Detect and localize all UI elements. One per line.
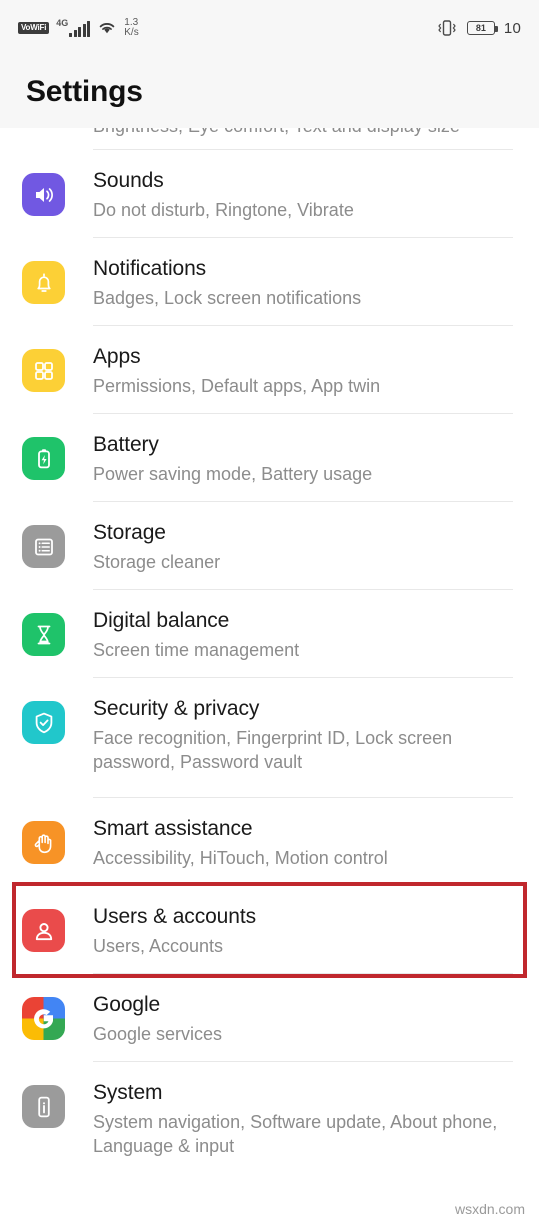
settings-row-title: Sounds — [93, 169, 164, 192]
settings-row-subtitle: Face recognition, Fingerprint ID, Lock s… — [93, 727, 453, 773]
settings-row-title: Security & privacy — [93, 697, 260, 720]
battery-icon: 81 — [466, 21, 498, 35]
settings-row[interactable]: Notifications Badges, Lock screen notific… — [0, 238, 539, 326]
settings-screen: VoWiFi 4G 1.3 K/s 81 10 Settings Sounds … — [0, 0, 539, 1227]
wifi-icon — [97, 20, 117, 36]
settings-row-title: Google — [93, 993, 161, 1016]
settings-row-texts: Apps Permissions, Default apps, App twin — [93, 342, 380, 398]
settings-row-subtitle: Screen time management — [93, 639, 300, 660]
settings-row-title: Digital balance — [93, 609, 230, 632]
settings-row-texts: Users & accounts Users, Accounts — [93, 902, 256, 958]
settings-row[interactable]: System System navigation, Software update… — [0, 1062, 539, 1182]
settings-row-title: Users & accounts — [93, 905, 256, 928]
settings-row-subtitle: Storage cleaner — [93, 551, 221, 572]
settings-row-subtitle: Do not disturb, Ringtone, Vibrate — [93, 199, 354, 220]
settings-row-title: System — [93, 1081, 163, 1104]
page-header: Settings — [0, 56, 539, 128]
data-speed-value: 1.3 — [124, 16, 139, 28]
vibrate-icon — [436, 19, 458, 37]
settings-row-texts: System System navigation, Software update… — [93, 1078, 513, 1159]
shield-check-icon — [22, 701, 65, 744]
list-item-subtitle: Brightness, Eye comfort, Text and displa… — [93, 128, 539, 137]
hand-icon — [22, 821, 65, 864]
watermark: wsxdn.com — [454, 1201, 525, 1217]
settings-row[interactable]: Smart assistance Accessibility, HiTouch, … — [0, 798, 539, 886]
settings-row-texts: Google Google services — [93, 990, 222, 1046]
settings-row[interactable]: Security & privacy Face recognition, Fing… — [0, 678, 539, 798]
settings-row-title: Battery — [93, 433, 159, 456]
battery-level-label: 81 — [475, 22, 486, 33]
settings-row-subtitle: Accessibility, HiTouch, Motion control — [93, 847, 388, 868]
settings-row-texts: Notifications Badges, Lock screen notific… — [93, 254, 361, 310]
settings-row-texts: Sounds Do not disturb, Ringtone, Vibrate — [93, 166, 354, 222]
settings-row-title: Notifications — [93, 257, 207, 280]
data-speed-indicator: 1.3 K/s — [124, 16, 139, 39]
vowifi-icon: VoWiFi — [18, 22, 50, 34]
settings-row-title: Apps — [93, 345, 141, 368]
settings-row-texts: Storage Storage cleaner — [93, 518, 220, 574]
settings-row[interactable]: Battery Power saving mode, Battery usage — [0, 414, 539, 502]
list-item-display-clipped[interactable]: Brightness, Eye comfort, Text and displa… — [0, 128, 539, 150]
settings-row[interactable]: Apps Permissions, Default apps, App twin — [0, 326, 539, 414]
person-icon — [22, 909, 65, 952]
settings-row-subtitle: Badges, Lock screen notifications — [93, 287, 362, 308]
data-speed-unit: K/s — [124, 27, 139, 38]
status-bar: VoWiFi 4G 1.3 K/s 81 10 — [0, 0, 539, 56]
settings-row-subtitle: Google services — [93, 1023, 223, 1044]
settings-row[interactable]: Digital balance Screen time management — [0, 590, 539, 678]
phone-info-icon — [22, 1085, 65, 1128]
hourglass-icon — [22, 613, 65, 656]
settings-row-title: Smart assistance — [93, 817, 253, 840]
settings-row[interactable]: Sounds Do not disturb, Ringtone, Vibrate — [0, 150, 539, 238]
battery-icon — [22, 437, 65, 480]
status-bar-left: VoWiFi 4G 1.3 K/s — [18, 16, 139, 39]
network-type-label: 4G — [56, 18, 69, 28]
grid-icon — [22, 349, 65, 392]
settings-row-title: Storage — [93, 521, 166, 544]
settings-row-texts: Digital balance Screen time management — [93, 606, 299, 662]
settings-row-texts: Smart assistance Accessibility, HiTouch, … — [93, 814, 388, 870]
settings-row-subtitle: Power saving mode, Battery usage — [93, 463, 373, 484]
settings-row[interactable]: Storage Storage cleaner — [0, 502, 539, 590]
storage-icon — [22, 525, 65, 568]
clock-label: 10 — [503, 19, 521, 37]
signal-bars-icon — [69, 21, 91, 37]
status-bar-right: 81 10 — [436, 19, 521, 37]
settings-row-subtitle: Permissions, Default apps, App twin — [93, 375, 381, 396]
settings-row-subtitle: Users, Accounts — [93, 935, 224, 956]
bell-icon — [22, 261, 65, 304]
speaker-icon — [22, 173, 65, 216]
settings-list: Brightness, Eye comfort, Text and displa… — [0, 128, 539, 1182]
settings-row[interactable]: Users & accounts Users, Accounts — [0, 886, 539, 974]
settings-row-texts: Battery Power saving mode, Battery usage — [93, 430, 372, 486]
settings-row-subtitle: System navigation, Software update, Abou… — [93, 1111, 498, 1157]
settings-row-texts: Security & privacy Face recognition, Fing… — [93, 694, 513, 775]
settings-row[interactable]: Google Google services — [0, 974, 539, 1062]
google-logo-icon — [22, 997, 65, 1040]
cellular-signal-icon: 4G — [56, 18, 91, 37]
page-title: Settings — [26, 75, 143, 108]
